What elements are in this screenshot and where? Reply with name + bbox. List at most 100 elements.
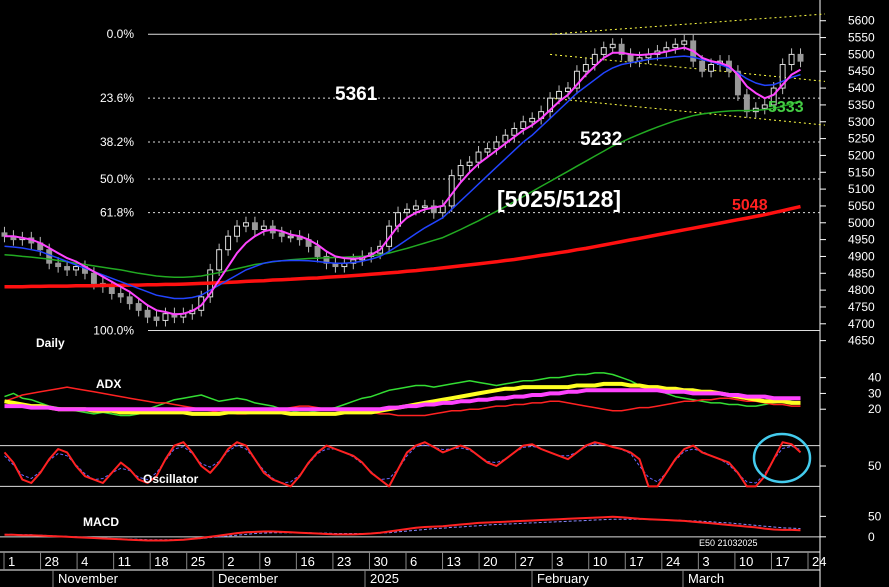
price-tick-label: 4750 bbox=[848, 300, 875, 314]
fib-label: 61.8% bbox=[100, 206, 134, 220]
candle bbox=[520, 121, 527, 129]
candle bbox=[412, 205, 419, 210]
price-tick-label: 5000 bbox=[848, 216, 875, 230]
candle bbox=[404, 208, 410, 214]
candle bbox=[761, 104, 768, 109]
candle bbox=[466, 161, 473, 167]
candle bbox=[681, 40, 688, 45]
macd-tick-label: 0 bbox=[868, 530, 875, 544]
candle bbox=[609, 43, 616, 49]
price-tick-label: 5450 bbox=[848, 64, 875, 78]
x-tick-label: 13 bbox=[447, 554, 461, 569]
x-tick-label: 17 bbox=[629, 554, 643, 569]
x-tick-label: 4 bbox=[81, 554, 88, 569]
candle bbox=[287, 235, 294, 239]
candle bbox=[743, 94, 750, 113]
candle bbox=[708, 64, 715, 72]
x-tick-label: 16 bbox=[300, 554, 314, 569]
candle bbox=[251, 222, 258, 231]
x-tick-label: 11 bbox=[118, 554, 131, 569]
fib-label: 0.0% bbox=[107, 27, 135, 41]
price-tick-label: 5600 bbox=[848, 14, 875, 28]
candle bbox=[502, 134, 509, 143]
price-tick-label: 4900 bbox=[848, 249, 875, 263]
price-tick-label: 5100 bbox=[848, 182, 875, 196]
x-tick-label: 28 bbox=[45, 554, 59, 569]
price-tick-label: 4800 bbox=[848, 283, 875, 297]
x-group-label: November bbox=[58, 571, 119, 586]
candle bbox=[108, 286, 115, 294]
x-tick-label: 10 bbox=[593, 554, 607, 569]
candle bbox=[64, 266, 71, 271]
candle bbox=[591, 53, 598, 66]
x-tick-label: 20 bbox=[483, 554, 497, 569]
candle bbox=[788, 53, 795, 66]
price-tick-label: 5500 bbox=[848, 47, 875, 61]
candle bbox=[511, 127, 518, 136]
candle bbox=[457, 165, 464, 177]
annotation-5232: 5232 bbox=[580, 129, 622, 150]
price-tick-label: 5400 bbox=[848, 81, 875, 95]
candle bbox=[565, 87, 571, 92]
macd-tick-label: 50 bbox=[868, 509, 882, 523]
adx-tick-label: 30 bbox=[868, 386, 882, 400]
candle bbox=[421, 205, 428, 208]
price-tick-label: 5050 bbox=[848, 199, 875, 213]
x-tick-label: 2 bbox=[227, 554, 234, 569]
x-tick-label: 3 bbox=[702, 554, 709, 569]
adx-panel-label: ADX bbox=[96, 377, 121, 391]
candle bbox=[314, 245, 321, 257]
price-panel-label: Daily bbox=[36, 336, 65, 350]
fib-label: 23.6% bbox=[100, 91, 134, 105]
x-tick-label: 9 bbox=[264, 554, 271, 569]
price-tick-label: 5200 bbox=[848, 148, 875, 162]
annotation-5048: 5048 bbox=[732, 197, 768, 214]
price-tick-label: 5150 bbox=[848, 165, 875, 179]
fib-label: 38.2% bbox=[100, 135, 134, 149]
candle bbox=[243, 222, 249, 227]
candle bbox=[144, 309, 151, 318]
x-group-label: December bbox=[218, 571, 279, 586]
candle bbox=[475, 151, 482, 163]
candle bbox=[484, 148, 491, 153]
fib-label: 50.0% bbox=[100, 172, 134, 186]
price-tick-label: 5300 bbox=[848, 115, 875, 129]
candle bbox=[90, 272, 97, 284]
candle bbox=[699, 60, 706, 72]
instrument-label: E50 21032025 bbox=[699, 538, 758, 548]
x-tick-label: 6 bbox=[410, 554, 417, 569]
candle bbox=[117, 292, 124, 298]
candle bbox=[797, 53, 804, 62]
candle bbox=[582, 64, 589, 72]
x-group-label: February bbox=[537, 571, 590, 586]
x-tick-label: 24 bbox=[812, 554, 826, 569]
candle bbox=[153, 316, 160, 321]
price-tick-label: 4700 bbox=[848, 317, 875, 331]
candle bbox=[234, 225, 240, 237]
x-tick-label: 30 bbox=[373, 554, 387, 569]
x-tick-label: 24 bbox=[666, 554, 680, 569]
x-tick-label: 3 bbox=[556, 554, 563, 569]
candle bbox=[126, 296, 133, 305]
macd-panel-label: MACD bbox=[83, 515, 119, 529]
x-group-label: 2025 bbox=[370, 571, 399, 586]
x-tick-label: 10 bbox=[739, 554, 753, 569]
fib-label: 100.0% bbox=[93, 324, 134, 338]
x-tick-label: 25 bbox=[191, 554, 205, 569]
candle bbox=[73, 266, 79, 271]
candle bbox=[46, 249, 53, 264]
annotation-5361: 5361 bbox=[335, 84, 378, 105]
x-tick-label: 23 bbox=[337, 554, 351, 569]
price-tick-label: 5550 bbox=[848, 31, 875, 45]
candle bbox=[278, 232, 285, 237]
price-tick-label: 5350 bbox=[848, 98, 875, 112]
candle bbox=[600, 47, 607, 55]
adx-tick-label: 40 bbox=[868, 371, 882, 385]
candle bbox=[225, 235, 232, 251]
osc-tick-label: 50 bbox=[868, 459, 882, 473]
x-tick-label: 17 bbox=[775, 554, 789, 569]
x-group-label: March bbox=[688, 571, 724, 586]
x-tick-label: 1 bbox=[8, 554, 15, 569]
oscillator-panel-label: Oscillator bbox=[143, 472, 199, 486]
adx-tick-label: 20 bbox=[868, 402, 882, 416]
